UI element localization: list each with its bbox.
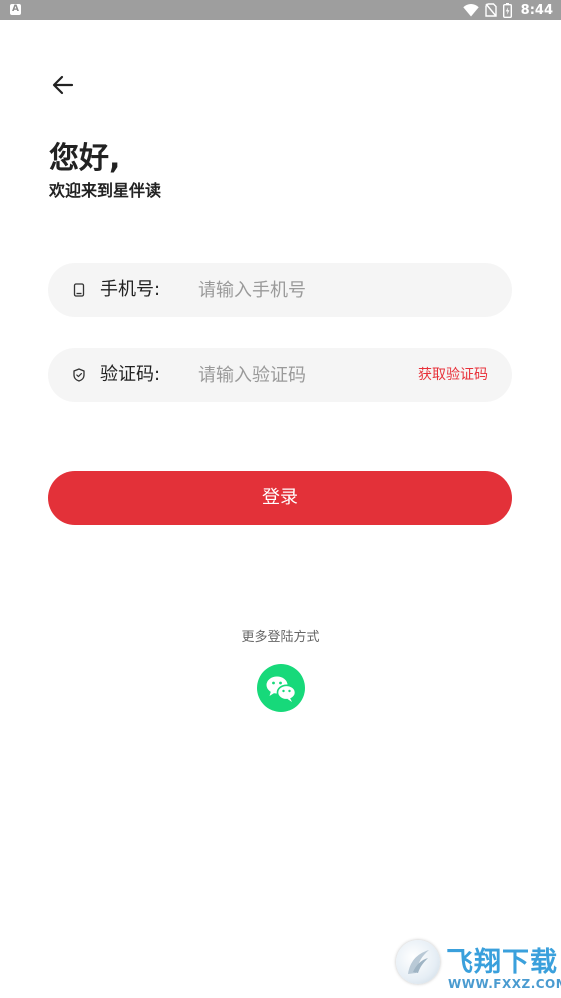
phone-icon — [73, 283, 85, 297]
status-icons: 8:44 — [462, 0, 553, 20]
code-label: 验证码: — [100, 364, 161, 385]
wechat-login-button[interactable] — [257, 664, 305, 712]
back-arrow-icon — [52, 75, 74, 95]
no-sim-icon — [484, 3, 497, 17]
get-code-button[interactable]: 获取验证码 — [418, 348, 488, 402]
phone-label: 手机号: — [100, 279, 161, 300]
greeting-subtitle: 欢迎来到星伴读 — [49, 181, 162, 200]
watermark-logo-icon — [396, 940, 440, 984]
login-button[interactable]: 登录 — [48, 471, 512, 525]
phone-input[interactable] — [198, 272, 488, 308]
status-time: 8:44 — [520, 2, 553, 18]
code-input[interactable] — [198, 357, 398, 393]
watermark: 飞翔下载 WWW.FXXZ.COM — [392, 936, 561, 996]
shield-icon — [73, 368, 85, 382]
app-notification-icon: A — [10, 4, 21, 15]
back-button[interactable] — [46, 70, 80, 100]
code-field[interactable]: 验证码: 获取验证码 — [48, 348, 512, 402]
watermark-url: WWW.FXXZ.COM — [448, 977, 561, 991]
wechat-icon — [266, 676, 297, 702]
more-login-label: 更多登陆方式 — [241, 630, 320, 645]
battery-icon — [502, 2, 512, 18]
phone-field[interactable]: 手机号: — [48, 263, 512, 317]
wifi-icon — [462, 3, 479, 17]
greeting-title: 您好, — [49, 141, 121, 176]
status-bar: A 8:44 — [0, 0, 561, 20]
watermark-text: 飞翔下载 — [446, 947, 558, 978]
